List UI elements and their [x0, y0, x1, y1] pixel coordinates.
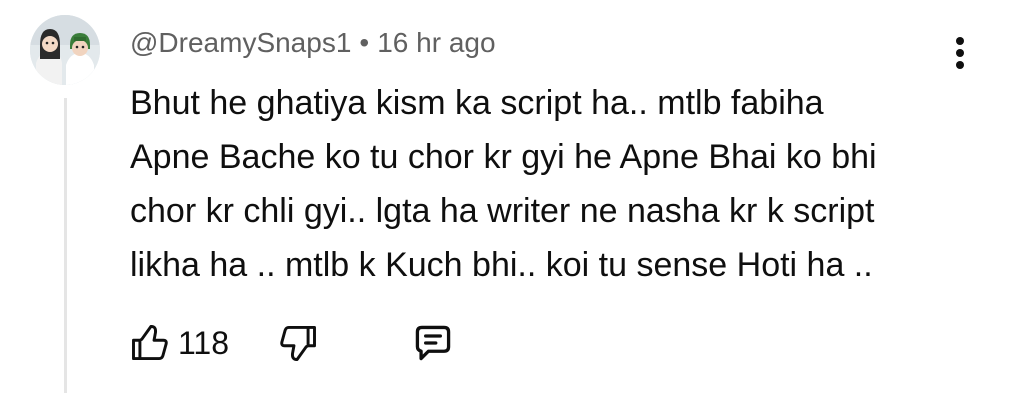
comment-meta: @DreamySnaps1 • 16 hr ago: [130, 24, 496, 62]
comment-text-line: likha ha .. mtlb k Kuch bhi.. koi tu sen…: [130, 246, 873, 284]
comment-text-line: Apne Bache ko tu chor kr gyi he Apne Bha…: [130, 138, 877, 176]
dislike-button[interactable]: [273, 318, 323, 368]
comment-text-line: chor kr chli gyi.. lgta ha writer ne nas…: [130, 192, 875, 230]
avatar-image: [30, 15, 100, 85]
thumb-up-icon: [132, 325, 168, 361]
avatar[interactable]: [30, 15, 100, 85]
comment-text: Bhut he ghatiya kism ka script ha.. mtlb…: [130, 76, 950, 292]
thumb-down-icon: [280, 325, 316, 361]
more-vert-icon: [956, 37, 964, 69]
comment-actions: 118: [128, 318, 488, 368]
comment-item: @DreamySnaps1 • 16 hr ago Bhut he ghatiy…: [0, 0, 1024, 393]
comment-time: 16 hr ago: [377, 27, 496, 58]
more-options-button[interactable]: [940, 30, 980, 76]
thread-line: [64, 98, 67, 393]
meta-separator: •: [359, 27, 370, 58]
comment-reply-icon: [415, 325, 451, 361]
comment-text-line: Bhut he ghatiya kism ka script ha.. mtlb…: [130, 84, 824, 122]
like-count: 118: [178, 324, 230, 361]
like-button[interactable]: 118: [128, 318, 229, 368]
author-name[interactable]: @DreamySnaps1: [130, 27, 351, 59]
reply-button[interactable]: [408, 318, 458, 368]
